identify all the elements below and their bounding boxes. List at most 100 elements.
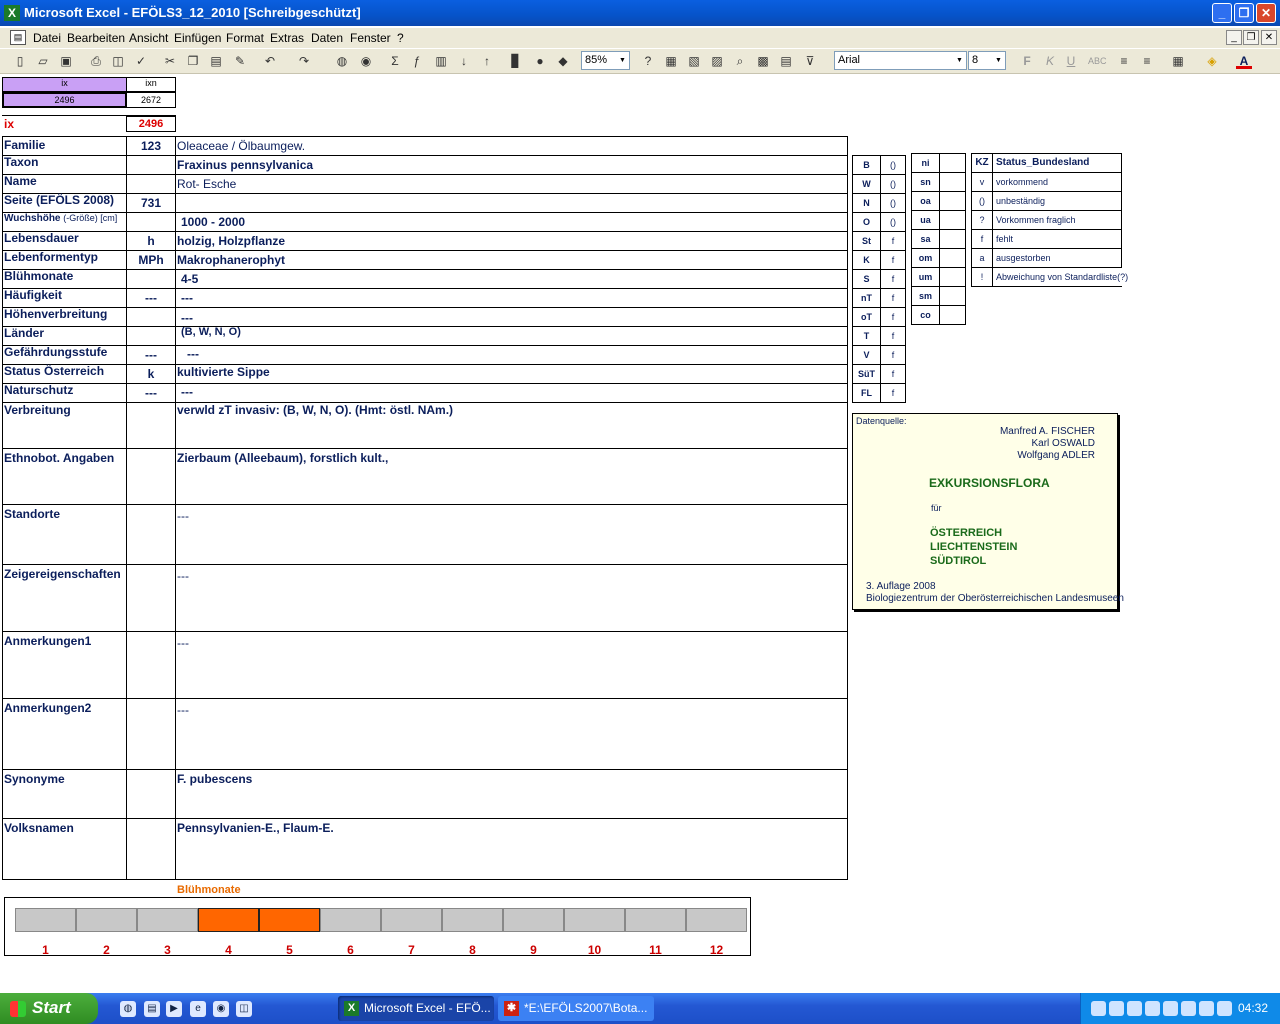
print-preview-icon[interactable]: ◫ bbox=[110, 53, 126, 69]
value-taxon[interactable]: Fraxinus pennsylvanica bbox=[177, 158, 313, 172]
start-button[interactable]: Start bbox=[0, 993, 98, 1024]
code-seite[interactable]: 731 bbox=[127, 196, 175, 210]
copy-icon[interactable]: ❐ bbox=[185, 53, 201, 69]
state-status[interactable]: () bbox=[880, 174, 906, 194]
state-status[interactable]: f bbox=[880, 231, 906, 251]
font-select[interactable]: Arial ▼ bbox=[834, 51, 967, 70]
value-status-oesterreich[interactable]: kultivierte Sippe bbox=[177, 365, 270, 379]
bar-chart-icon[interactable]: ▊ bbox=[508, 53, 524, 69]
quicklaunch-icon-1[interactable]: ◍ bbox=[120, 1001, 136, 1017]
tray-icon-3[interactable] bbox=[1127, 1001, 1142, 1016]
value-volksnamen[interactable]: Pennsylvanien-E., Flaum-E. bbox=[177, 821, 334, 835]
height-zone-value[interactable] bbox=[939, 248, 966, 268]
open-icon[interactable]: ▱ bbox=[35, 53, 51, 69]
value-lebensformentyp[interactable]: Makrophanerophyt bbox=[177, 253, 285, 267]
menu-extras[interactable]: Extras bbox=[270, 31, 304, 45]
state-status[interactable]: f bbox=[880, 250, 906, 270]
chart-wizard-icon[interactable]: ▥ bbox=[433, 53, 449, 69]
value-name[interactable]: Rot- Esche bbox=[177, 177, 236, 191]
menu-bearbeiten[interactable]: Bearbeiten bbox=[67, 31, 125, 45]
tray-icon-5[interactable] bbox=[1163, 1001, 1178, 1016]
toolbar-icon-c[interactable]: ▨ bbox=[709, 53, 725, 69]
font-color-icon[interactable]: A bbox=[1236, 53, 1252, 69]
value-familie[interactable]: Oleaceae / Ölbaumgew. bbox=[177, 139, 305, 153]
hyperlink-icon[interactable]: ◍ bbox=[334, 53, 350, 69]
value-lebensdauer[interactable]: holzig, Holzpflanze bbox=[177, 234, 285, 248]
minimize-button[interactable]: _ bbox=[1212, 3, 1232, 23]
code-haeufigkeit[interactable]: --- bbox=[127, 291, 175, 305]
value-anmerkungen1[interactable]: --- bbox=[177, 636, 189, 650]
redo-icon[interactable]: ↷ bbox=[296, 53, 312, 69]
tray-icon-7[interactable] bbox=[1199, 1001, 1214, 1016]
borders-icon[interactable]: ▦ bbox=[1170, 53, 1186, 69]
menu-help[interactable]: ? bbox=[397, 31, 404, 45]
height-zone-value[interactable] bbox=[939, 267, 966, 287]
underline-icon[interactable]: U bbox=[1063, 53, 1079, 69]
strikethrough-icon[interactable]: ABC bbox=[1088, 53, 1107, 69]
task-excel[interactable]: X Microsoft Excel - EFÖ... bbox=[338, 996, 494, 1021]
ix-value[interactable]: 2496 bbox=[126, 116, 176, 132]
value-synonyme[interactable]: F. pubescens bbox=[177, 772, 252, 786]
value-verbreitung[interactable]: verwld zT invasiv: (B, W, N, O). (Hmt: ö… bbox=[177, 403, 453, 417]
tray-icon-4[interactable] bbox=[1145, 1001, 1160, 1016]
find-icon[interactable]: ⌕ bbox=[732, 53, 748, 69]
paste-icon[interactable]: ▤ bbox=[208, 53, 224, 69]
value-laender[interactable]: (B, W, N, O) bbox=[181, 326, 241, 338]
spelling-icon[interactable]: ✓ bbox=[133, 53, 149, 69]
function-icon[interactable]: ƒ bbox=[409, 53, 425, 69]
value-wuchshoehe[interactable]: 1000 - 2000 bbox=[181, 215, 245, 229]
excel-app-icon[interactable]: X bbox=[4, 5, 20, 21]
code-naturschutz[interactable]: --- bbox=[127, 386, 175, 400]
document-icon[interactable]: ▤ bbox=[10, 30, 26, 45]
align-left-icon[interactable]: ≡ bbox=[1116, 53, 1132, 69]
fill-color-icon[interactable]: ◈ bbox=[1204, 53, 1220, 69]
value-zeigereigenschaften[interactable]: --- bbox=[177, 569, 189, 583]
code-lebensformentyp[interactable]: MPh bbox=[127, 253, 175, 267]
value-hoehenverbreitung[interactable]: --- bbox=[181, 311, 193, 325]
maximize-button[interactable]: ❐ bbox=[1234, 3, 1254, 23]
font-size-select[interactable]: 8 ▼ bbox=[968, 51, 1006, 70]
autofilter-icon[interactable]: ⊽ bbox=[802, 53, 818, 69]
ix-value-cell[interactable]: 2496 bbox=[2, 92, 127, 108]
align-center-icon[interactable]: ≡ bbox=[1139, 53, 1155, 69]
firefox-icon[interactable]: ◉ bbox=[213, 1001, 229, 1017]
format-painter-icon[interactable]: ✎ bbox=[232, 53, 248, 69]
bold-icon[interactable]: F bbox=[1019, 53, 1035, 69]
worksheet[interactable]: ix ixn 2496 2672 ix 2496 Familie 123 Ole… bbox=[0, 75, 1280, 991]
task-editor[interactable]: ✱ *E:\EFÖLS2007\Bota... bbox=[498, 996, 654, 1021]
media-player-icon[interactable]: ▶ bbox=[166, 1001, 182, 1017]
quicklaunch-icon-3[interactable]: ◫ bbox=[236, 1001, 252, 1017]
value-haeufigkeit[interactable]: --- bbox=[181, 291, 193, 305]
state-status[interactable]: f bbox=[880, 269, 906, 289]
state-status[interactable]: () bbox=[880, 155, 906, 175]
quicklaunch-icon-2[interactable]: ▤ bbox=[144, 1001, 160, 1017]
state-status[interactable]: f bbox=[880, 326, 906, 346]
state-status[interactable]: f bbox=[880, 364, 906, 384]
drawing-icon[interactable]: ● bbox=[532, 53, 548, 69]
height-zone-value[interactable] bbox=[939, 172, 966, 192]
doc-close-button[interactable]: ✕ bbox=[1261, 30, 1277, 45]
toolbar-icon-a[interactable]: ▦ bbox=[663, 53, 679, 69]
doc-restore-button[interactable]: ❐ bbox=[1243, 30, 1259, 45]
sort-desc-icon[interactable]: ↑ bbox=[479, 53, 495, 69]
print-icon[interactable]: ⎙ bbox=[88, 53, 104, 69]
state-status[interactable]: () bbox=[880, 193, 906, 213]
value-naturschutz[interactable]: --- bbox=[181, 385, 193, 399]
tray-icon-6[interactable] bbox=[1181, 1001, 1196, 1016]
menu-datei[interactable]: Datei bbox=[33, 31, 61, 45]
state-status[interactable]: f bbox=[880, 288, 906, 308]
height-zone-value[interactable] bbox=[939, 229, 966, 249]
state-status[interactable]: f bbox=[880, 383, 906, 403]
state-status[interactable]: () bbox=[880, 212, 906, 232]
state-status[interactable]: f bbox=[880, 307, 906, 327]
value-bluehmonate[interactable]: 4-5 bbox=[181, 272, 198, 286]
code-gefaehrdungsstufe[interactable]: --- bbox=[127, 348, 175, 362]
height-zone-value[interactable] bbox=[939, 210, 966, 230]
menu-daten[interactable]: Daten bbox=[311, 31, 343, 45]
sort-asc-icon[interactable]: ↓ bbox=[456, 53, 472, 69]
undo-icon[interactable]: ↶ bbox=[262, 53, 278, 69]
toolbar-icon-d[interactable]: ▩ bbox=[755, 53, 771, 69]
ixn-value-cell[interactable]: 2672 bbox=[126, 92, 176, 108]
state-status[interactable]: f bbox=[880, 345, 906, 365]
cut-icon[interactable]: ✂ bbox=[162, 53, 178, 69]
